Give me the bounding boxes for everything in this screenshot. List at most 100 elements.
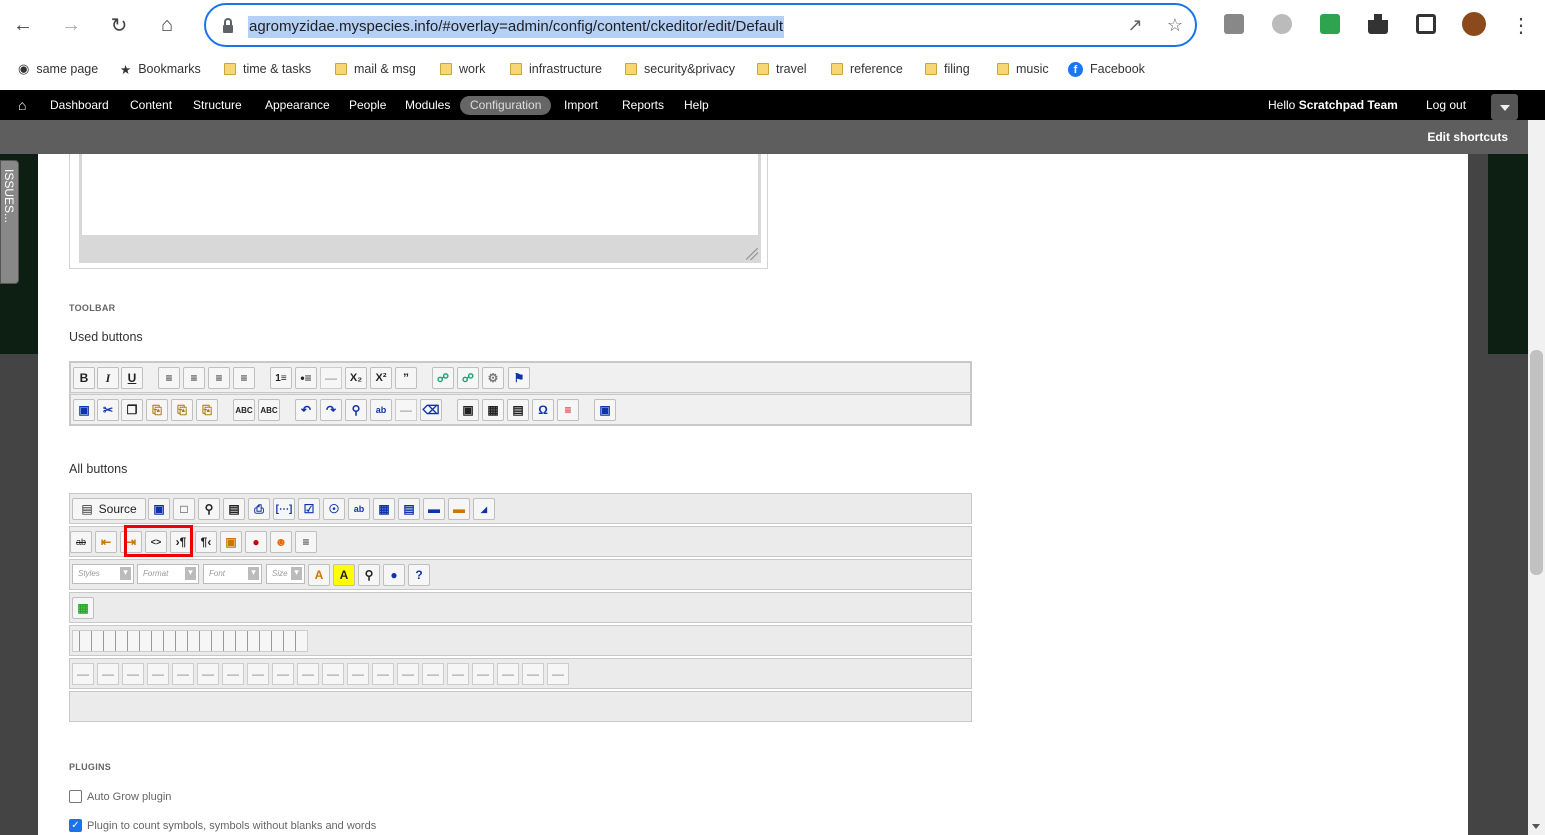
paste-word-icon[interactable]: ⎘ [196, 399, 218, 421]
maximize-icon[interactable]: ▣ [73, 399, 95, 421]
editor-textarea[interactable] [82, 154, 758, 235]
justify-icon[interactable]: ≡ [233, 367, 255, 389]
flash-icon[interactable]: ● [245, 531, 267, 553]
separator-icon[interactable]: — [247, 663, 269, 685]
menu-item-reports[interactable]: Reports [612, 96, 674, 115]
anchor-icon[interactable]: ⚙ [482, 367, 504, 389]
menu-item-appearance[interactable]: Appearance [255, 96, 340, 115]
menu-item-people[interactable]: People [339, 96, 396, 115]
text-field-icon[interactable]: ab [348, 498, 370, 520]
superscript-icon[interactable]: X² [370, 367, 392, 389]
textarea-icon[interactable]: ▦ [373, 498, 395, 520]
plugin-autogrow[interactable]: Auto Grow plugin [69, 790, 171, 803]
separator-icon[interactable]: — [172, 663, 194, 685]
rtl-icon[interactable]: ¶‹ [195, 531, 217, 553]
back-icon[interactable]: ← [10, 12, 36, 38]
share-icon[interactable]: ↗ [1124, 15, 1146, 37]
text-color-icon[interactable]: A [308, 564, 330, 586]
side-panel-icon[interactable] [1416, 14, 1436, 34]
bookmark-folder[interactable]: infrastructure [510, 56, 602, 82]
replace-icon[interactable]: ab [370, 399, 392, 421]
separator-icon[interactable]: — [97, 663, 119, 685]
separator-icon[interactable]: — [522, 663, 544, 685]
separator-icon[interactable]: — [272, 663, 294, 685]
avatar[interactable] [1462, 12, 1486, 36]
separator-icon[interactable]: — [147, 663, 169, 685]
flag-icon[interactable]: ⚑ [508, 367, 530, 389]
checkbox-icon[interactable]: ☑ [298, 498, 320, 520]
bulleted-list-icon[interactable]: •≡ [295, 367, 317, 389]
align-left-icon[interactable]: ≡ [158, 367, 180, 389]
styles-combo[interactable]: Styles [72, 564, 134, 584]
bookmark-folder[interactable]: filing [925, 56, 970, 82]
align-center-icon[interactable]: ≡ [183, 367, 205, 389]
copy-icon[interactable]: ❐ [121, 399, 143, 421]
bookmark-star-icon[interactable]: ☆ [1164, 15, 1186, 37]
menu-item-structure[interactable]: Structure [183, 96, 252, 115]
iframe-icon[interactable]: ≡ [295, 531, 317, 553]
table-icon[interactable]: ▦ [482, 399, 504, 421]
hidden-field-icon[interactable]: ◢ [473, 498, 495, 520]
bold-icon[interactable]: B [73, 367, 95, 389]
bookmark-same-page[interactable]: ◉ same page [18, 56, 98, 82]
separator-icon[interactable]: — [547, 663, 569, 685]
separator-icon[interactable]: — [447, 663, 469, 685]
italic-icon[interactable]: I [97, 367, 119, 389]
url-text[interactable]: agromyzidae.myspecies.info/#overlay=admi… [248, 16, 785, 38]
separator-icon[interactable]: — [297, 663, 319, 685]
menu-item-content[interactable]: Content [120, 96, 182, 115]
templates-icon[interactable]: ▤ [223, 498, 245, 520]
separator-icon[interactable]: — [372, 663, 394, 685]
resize-handle-icon[interactable] [746, 248, 758, 260]
home-icon[interactable]: ⌂ [8, 96, 36, 115]
menu-item-help[interactable]: Help [674, 96, 719, 115]
print-icon[interactable]: ⎙ [248, 498, 270, 520]
media-icon[interactable]: ▣ [220, 531, 242, 553]
numbered-list-icon[interactable]: 1≡ [270, 367, 292, 389]
checkmark-extension-icon[interactable] [1320, 14, 1340, 34]
remove-format-icon[interactable]: ⌫ [420, 399, 442, 421]
address-bar[interactable]: agromyzidae.myspecies.info/#overlay=admi… [204, 3, 1197, 47]
bookmark-folder[interactable]: work [440, 56, 485, 82]
scrollbar-thumb[interactable] [1530, 350, 1543, 575]
separator-icon[interactable]: — [422, 663, 444, 685]
link-icon[interactable]: ☍ [432, 367, 454, 389]
separator-icon[interactable]: — [122, 663, 144, 685]
strike-icon[interactable]: ab [70, 531, 92, 553]
extension-icon[interactable] [1224, 14, 1244, 34]
select-all-icon[interactable]: [⋯] [273, 498, 295, 520]
lock-icon[interactable] [220, 17, 236, 35]
underline-icon[interactable]: U [121, 367, 143, 389]
separator-icon[interactable]: — [320, 367, 342, 389]
scroll-down-arrow-icon[interactable] [1532, 824, 1540, 829]
bookmark-folder[interactable]: mail & msg [335, 56, 416, 82]
separator-icon[interactable]: — [72, 663, 94, 685]
image-icon[interactable]: ▣ [457, 399, 479, 421]
unlink-icon[interactable]: ☍ [457, 367, 479, 389]
image-button-icon[interactable]: ▬ [448, 498, 470, 520]
separator-icon[interactable]: — [472, 663, 494, 685]
bookmark-facebook[interactable]: f Facebook [1068, 56, 1145, 82]
edit-shortcuts-link[interactable]: Edit shortcuts [1427, 130, 1508, 144]
separator-icon[interactable]: — [222, 663, 244, 685]
menu-item-import[interactable]: Import [554, 96, 608, 115]
home-icon[interactable]: ⌂ [154, 12, 180, 38]
bookmark-folder[interactable]: security&privacy [625, 56, 735, 82]
bookmark-folder[interactable]: travel [757, 56, 807, 82]
size-combo[interactable]: Size [266, 564, 305, 584]
preview-icon[interactable]: ⚲ [198, 498, 220, 520]
plugin-counter[interactable]: ✓ Plugin to count symbols, symbols witho… [69, 819, 376, 832]
shortcuts-toggle-button[interactable] [1491, 94, 1518, 120]
spellcheck-as-you-type-icon[interactable]: ABC [258, 399, 280, 421]
forward-icon[interactable]: → [58, 12, 84, 38]
reload-icon[interactable]: ↻ [106, 12, 132, 38]
find-icon[interactable]: ⚲ [345, 399, 367, 421]
bookmark-folder[interactable]: music [997, 56, 1049, 82]
find-image-icon[interactable]: ⚲ [358, 564, 380, 586]
background-color-icon[interactable]: A [333, 564, 355, 586]
insert-file-icon[interactable]: ▦ [72, 597, 94, 619]
more-menu-icon[interactable]: ⋮ [1508, 12, 1534, 38]
scrollbar[interactable] [1528, 120, 1545, 835]
smiley-icon[interactable]: ☻ [270, 531, 292, 553]
bookmark-bookmarks[interactable]: ★ Bookmarks [120, 56, 201, 82]
